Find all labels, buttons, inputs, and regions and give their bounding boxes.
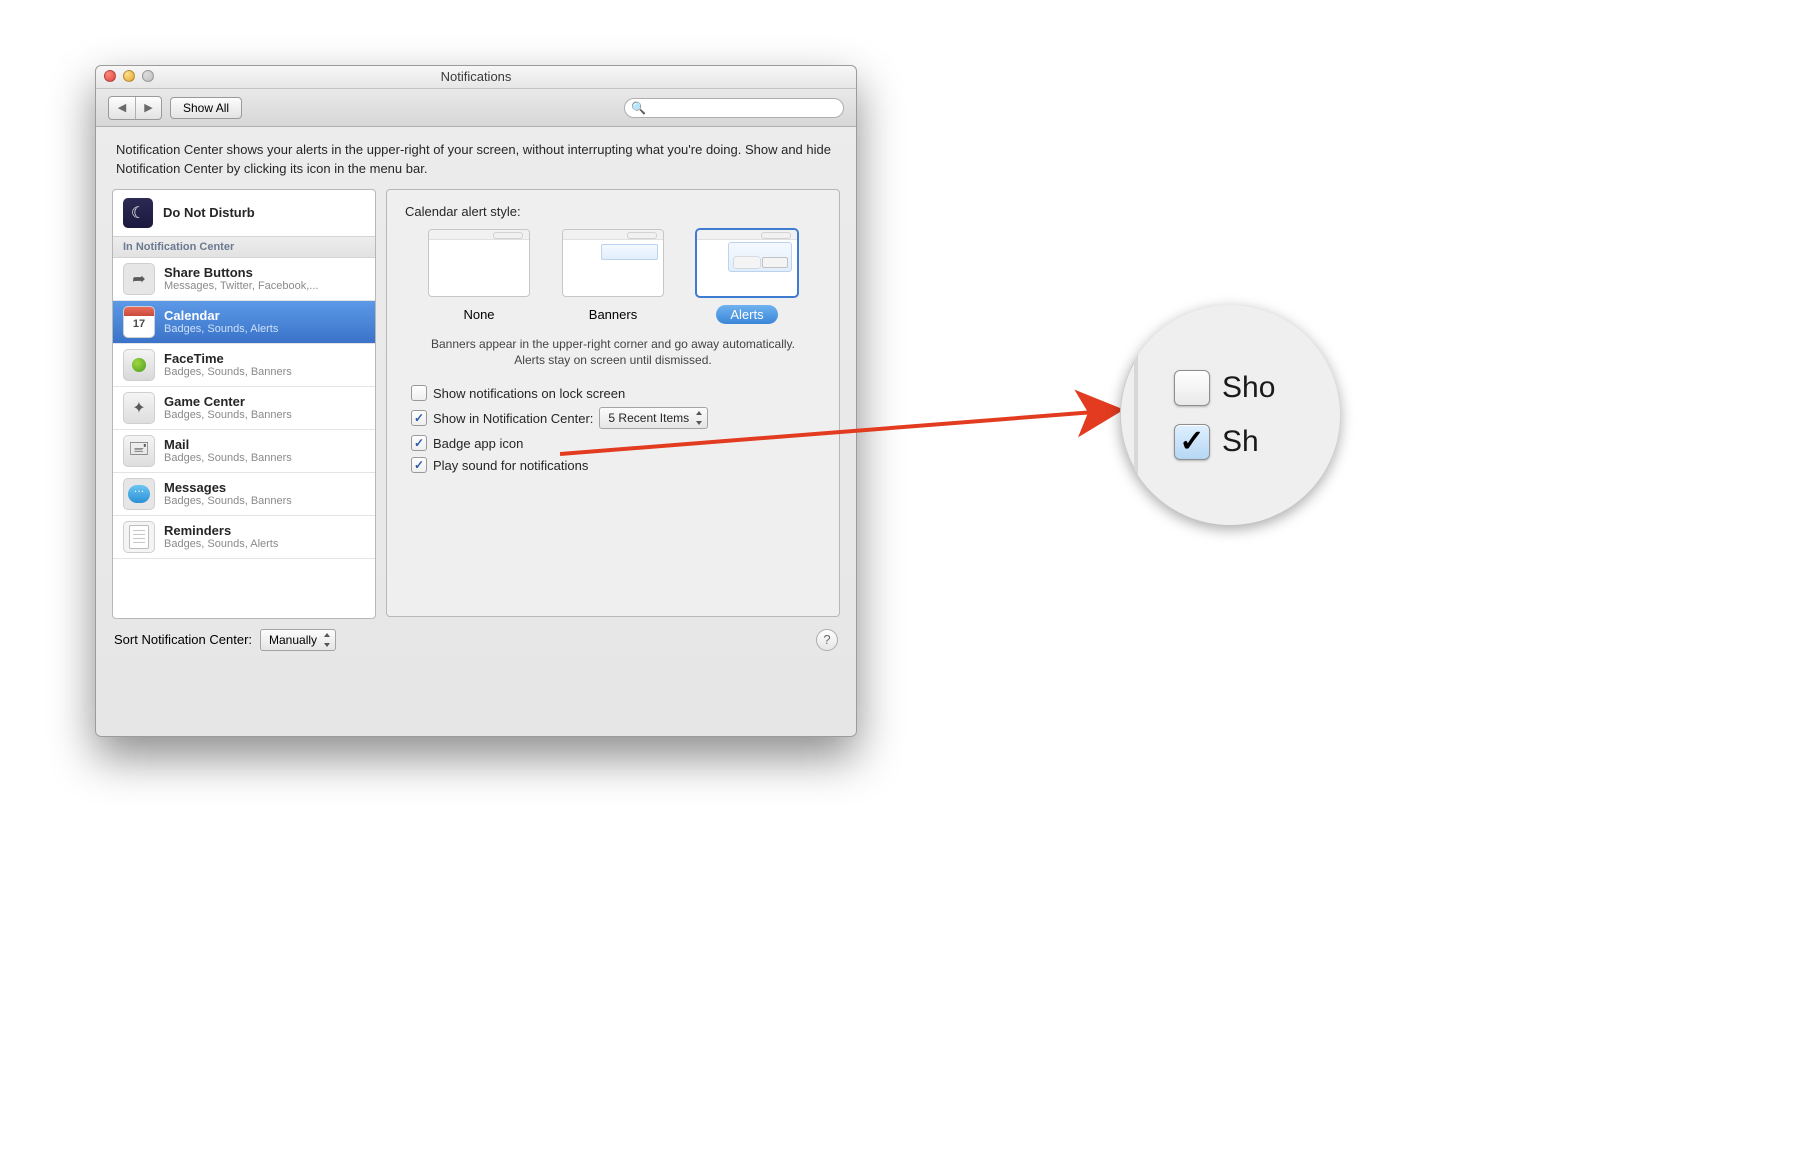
- do-not-disturb-label: Do Not Disturb: [163, 205, 255, 220]
- search-wrapper: 🔍: [624, 98, 844, 118]
- app-subtitle: Badges, Sounds, Banners: [164, 409, 292, 421]
- magnified-row-unchecked: Sho: [1174, 370, 1340, 406]
- app-row-share-buttons[interactable]: ➦ Share Buttons Messages, Twitter, Faceb…: [113, 258, 375, 301]
- alert-style-label: None: [449, 305, 508, 324]
- option-label: Show notifications on lock screen: [433, 386, 625, 401]
- search-input[interactable]: [624, 98, 844, 118]
- option-label: Play sound for notifications: [433, 458, 588, 473]
- app-title: Messages: [164, 480, 292, 495]
- pane-description: Notification Center shows your alerts in…: [96, 127, 856, 185]
- magnifier-callout: Sho Sh: [1120, 305, 1340, 525]
- magnified-text: Sh: [1222, 425, 1259, 459]
- magnified-text: Sho: [1222, 371, 1275, 405]
- app-row-game-center[interactable]: ✦ Game Center Badges, Sounds, Banners: [113, 387, 375, 430]
- toolbar: ◀ ▶ Show All 🔍: [96, 89, 856, 127]
- titlebar: Notifications: [96, 66, 856, 89]
- reminders-icon: [123, 521, 155, 553]
- alert-style-label: Banners: [575, 305, 651, 324]
- help-icon: ?: [823, 632, 830, 647]
- sort-label: Sort Notification Center:: [114, 632, 252, 647]
- mail-icon: 🖃: [123, 435, 155, 467]
- app-title: Mail: [164, 437, 292, 452]
- close-window-button[interactable]: [104, 70, 116, 82]
- alert-style-description: Banners appear in the upper-right corner…: [415, 336, 811, 370]
- app-subtitle: Badges, Sounds, Banners: [164, 366, 292, 378]
- do-not-disturb-row[interactable]: ☾ Do Not Disturb: [113, 190, 375, 237]
- detail-panel: Calendar alert style: None Banners Alert…: [386, 189, 840, 617]
- traffic-lights: [104, 70, 154, 82]
- option-label: Show in Notification Center:: [433, 411, 593, 426]
- app-subtitle: Badges, Sounds, Alerts: [164, 538, 278, 550]
- footer: Sort Notification Center: Manually ?: [96, 619, 856, 651]
- options-group: Show notifications on lock screen Show i…: [411, 385, 821, 473]
- search-icon: 🔍: [631, 101, 646, 115]
- recent-items-popup[interactable]: 5 Recent Items: [599, 407, 708, 429]
- popup-value: 5 Recent Items: [608, 411, 689, 425]
- sort-popup[interactable]: Manually: [260, 629, 336, 651]
- messages-icon: [123, 478, 155, 510]
- window-title: Notifications: [441, 69, 512, 84]
- nav-segment: ◀ ▶: [108, 96, 162, 120]
- alert-style-heading: Calendar alert style:: [405, 204, 821, 219]
- share-icon: ➦: [123, 263, 155, 295]
- big-checkbox-unchecked-icon: [1174, 370, 1210, 406]
- back-button[interactable]: ◀: [109, 97, 135, 119]
- checkbox-checked-icon: [411, 410, 427, 426]
- banners-preview-icon: [562, 229, 664, 297]
- app-title: Game Center: [164, 394, 292, 409]
- checkbox-unchecked-icon: [411, 385, 427, 401]
- app-title: Reminders: [164, 523, 278, 538]
- moon-icon: ☾: [123, 198, 153, 228]
- app-row-facetime[interactable]: FaceTime Badges, Sounds, Banners: [113, 344, 375, 387]
- preferences-window: Notifications ◀ ▶ Show All 🔍 Notificatio…: [95, 65, 857, 737]
- game-center-icon: ✦: [123, 392, 155, 424]
- app-subtitle: Badges, Sounds, Alerts: [164, 323, 278, 335]
- alert-style-label: Alerts: [716, 305, 777, 324]
- app-title: Calendar: [164, 308, 278, 323]
- app-row-reminders[interactable]: Reminders Badges, Sounds, Alerts: [113, 516, 375, 559]
- facetime-icon: [123, 349, 155, 381]
- app-subtitle: Messages, Twitter, Facebook,...: [164, 280, 318, 292]
- big-checkbox-checked-icon: [1174, 424, 1210, 460]
- option-lock-screen[interactable]: Show notifications on lock screen: [411, 385, 821, 401]
- minimize-window-button[interactable]: [123, 70, 135, 82]
- option-show-in-nc[interactable]: Show in Notification Center: 5 Recent It…: [411, 407, 821, 429]
- option-label: Badge app icon: [433, 436, 523, 451]
- app-list-panel: ☾ Do Not Disturb In Notification Center …: [112, 189, 376, 619]
- app-title: Share Buttons: [164, 265, 318, 280]
- option-play-sound[interactable]: Play sound for notifications: [411, 457, 821, 473]
- alert-style-alerts[interactable]: Alerts: [692, 229, 802, 324]
- app-subtitle: Badges, Sounds, Banners: [164, 452, 292, 464]
- zoom-window-button[interactable]: [142, 70, 154, 82]
- magnified-row-checked: Sh: [1174, 424, 1340, 460]
- option-badge-icon[interactable]: Badge app icon: [411, 435, 821, 451]
- forward-button[interactable]: ▶: [135, 97, 161, 119]
- alerts-preview-icon: [696, 229, 798, 297]
- app-row-mail[interactable]: 🖃 Mail Badges, Sounds, Banners: [113, 430, 375, 473]
- checkbox-checked-icon: [411, 435, 427, 451]
- checkbox-checked-icon: [411, 457, 427, 473]
- section-header: In Notification Center: [113, 237, 375, 258]
- app-row-messages[interactable]: Messages Badges, Sounds, Banners: [113, 473, 375, 516]
- alert-style-picker: None Banners Alerts: [405, 229, 821, 324]
- app-subtitle: Badges, Sounds, Banners: [164, 495, 292, 507]
- alert-style-banners[interactable]: Banners: [558, 229, 668, 324]
- show-all-button[interactable]: Show All: [170, 97, 242, 119]
- popup-value: Manually: [269, 633, 317, 647]
- chevron-left-icon: ◀: [118, 101, 126, 114]
- help-button[interactable]: ?: [816, 629, 838, 651]
- alert-style-none[interactable]: None: [424, 229, 534, 324]
- app-title: FaceTime: [164, 351, 292, 366]
- none-preview-icon: [428, 229, 530, 297]
- app-row-calendar[interactable]: 17 Calendar Badges, Sounds, Alerts: [113, 301, 375, 344]
- calendar-icon: 17: [123, 306, 155, 338]
- chevron-right-icon: ▶: [144, 101, 152, 114]
- panels: ☾ Do Not Disturb In Notification Center …: [96, 185, 856, 619]
